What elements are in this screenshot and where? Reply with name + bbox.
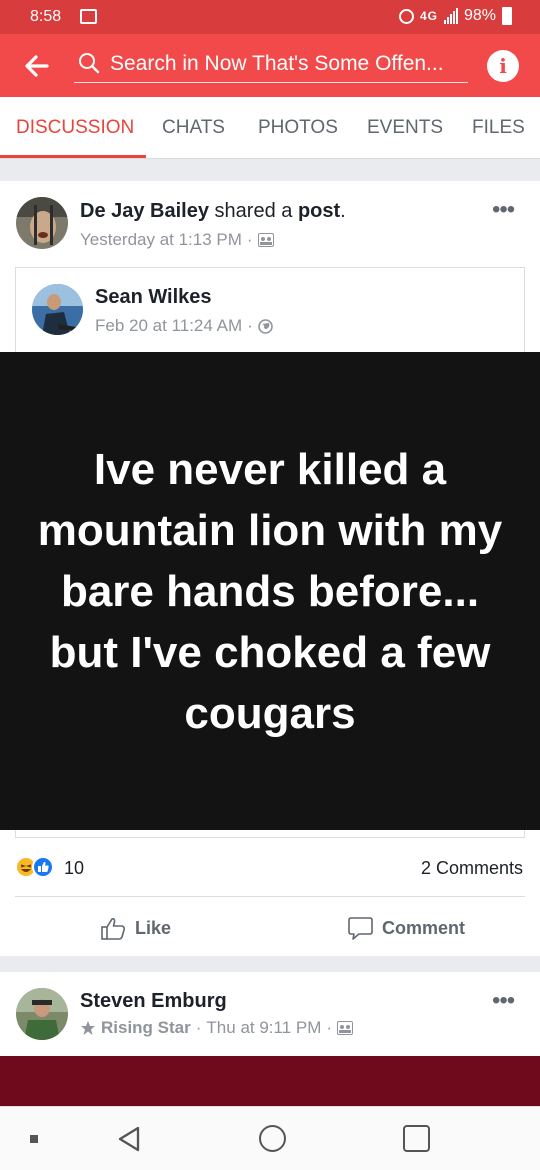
next-post-more-options[interactable]: ••• [492, 987, 515, 1015]
post-author[interactable]: De Jay Bailey [80, 200, 209, 222]
battery-icon [502, 7, 512, 25]
tab-files[interactable]: FILES [472, 117, 525, 139]
back-arrow-icon[interactable] [23, 52, 51, 80]
original-author[interactable]: Sean Wilkes [95, 286, 212, 309]
shared-post-box-bottom [15, 830, 525, 838]
rising-star-badge[interactable]: Rising Star [101, 1018, 191, 1038]
like-button[interactable]: Like [100, 910, 171, 946]
status-icons: 4G 98% [398, 7, 512, 25]
group-privacy-icon [337, 1021, 354, 1035]
comment-button[interactable]: Comment [347, 910, 465, 946]
original-author-avatar[interactable] [32, 284, 83, 335]
post-image-text: Ive never killed a mountain lion with my… [37, 444, 503, 738]
comment-count[interactable]: 2 Comments [421, 858, 523, 879]
post-divider [15, 896, 525, 897]
comment-icon [348, 916, 373, 940]
group-tabs: DISCUSSION CHATS PHOTOS EVENTS FILES [0, 97, 540, 159]
network-type: 4G [419, 9, 438, 23]
comment-label: Comment [382, 917, 466, 938]
shared-text: shared a [214, 200, 293, 222]
next-author-avatar[interactable] [16, 988, 68, 1040]
battery-percent: 98% [463, 7, 496, 24]
nav-back-icon[interactable] [116, 1125, 142, 1153]
post-more-options[interactable]: ••• [492, 196, 515, 224]
tab-events[interactable]: EVENTS [367, 117, 443, 139]
group-privacy-icon [257, 233, 274, 247]
shared-post-link[interactable]: post [298, 200, 340, 222]
status-time: 8:58 [30, 8, 62, 25]
reaction-count[interactable]: 10 [64, 858, 84, 879]
post-image[interactable]: Ive never killed a mountain lion with my… [0, 352, 540, 830]
post-time[interactable]: Yesterday at 1:13 PM [80, 230, 242, 250]
nav-home-icon[interactable] [259, 1125, 286, 1152]
search-icon [79, 53, 100, 74]
system-nav-bar [0, 1106, 540, 1170]
tab-chats[interactable]: CHATS [162, 117, 225, 139]
reactions-row: 10 2 Comments [0, 848, 540, 888]
rising-star-icon [81, 1021, 95, 1035]
alarm-icon [398, 8, 414, 24]
nav-recents-icon[interactable] [403, 1125, 430, 1152]
original-post-time[interactable]: Feb 20 at 11:24 AM [95, 316, 242, 336]
group-header: Search in Now That's Some Offen... i [0, 34, 540, 97]
tab-discussion[interactable]: DISCUSSION [16, 117, 134, 139]
like-label: Like [135, 917, 172, 938]
reaction-icons[interactable] [15, 856, 54, 878]
nav-menu-dot-icon[interactable] [30, 1135, 38, 1143]
status-bar: 8:58 4G 98% [0, 0, 540, 34]
post-meta: Yesterday at 1:13 PM · [80, 230, 274, 250]
group-search-input[interactable]: Search in Now That's Some Offen... [74, 45, 468, 83]
next-post-time[interactable]: Thu at 9:11 PM [206, 1018, 321, 1038]
active-tab-indicator [0, 155, 146, 158]
post-header: De Jay Bailey shared a post. [80, 200, 346, 222]
author-avatar[interactable] [16, 197, 68, 249]
like-reaction-icon [32, 856, 54, 878]
signal-icon [443, 8, 458, 24]
original-post-meta: Feb 20 at 11:24 AM · [95, 316, 273, 336]
next-post-author[interactable]: Steven Emburg [80, 990, 227, 1013]
next-post-meta: Rising Star · Thu at 9:11 PM · [80, 1018, 354, 1038]
info-icon[interactable]: i [487, 50, 519, 82]
search-placeholder: Search in Now That's Some Offen... [110, 52, 444, 75]
gallery-notification-icon [80, 9, 97, 24]
tab-photos[interactable]: PHOTOS [258, 117, 338, 139]
globe-icon [257, 318, 273, 334]
like-icon [101, 917, 126, 940]
next-post-image[interactable] [0, 1056, 540, 1106]
